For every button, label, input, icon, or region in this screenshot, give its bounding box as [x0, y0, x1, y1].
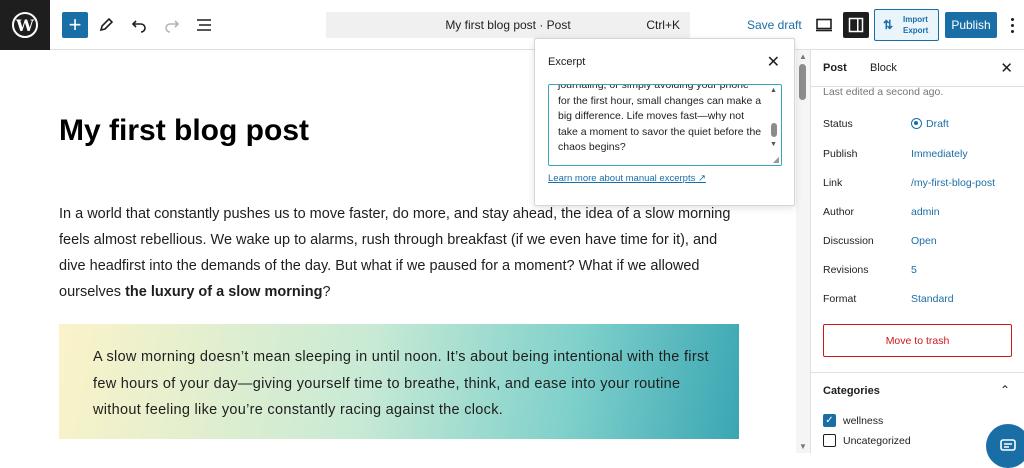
- revisions-label: Revisions: [823, 264, 869, 276]
- categories-title[interactable]: Categories: [823, 385, 880, 397]
- excerpt-scrollbar[interactable]: ▲ ▼: [769, 87, 779, 159]
- discussion-label: Discussion: [823, 235, 874, 247]
- draft-status-icon: [911, 118, 922, 129]
- tab-block[interactable]: Block: [870, 62, 897, 74]
- quote-paragraph[interactable]: A slow morning doesn’t mean sleeping in …: [93, 344, 713, 424]
- desktop-preview-icon: [816, 18, 832, 32]
- editor-header: W + My first blog post · Post Ctrl+K Sav…: [0, 0, 1024, 50]
- save-draft-button[interactable]: Save draft: [747, 18, 802, 32]
- publish-value[interactable]: Immediately: [911, 148, 968, 160]
- resize-handle-icon[interactable]: ◢: [773, 155, 779, 164]
- author-value[interactable]: admin: [911, 206, 940, 218]
- settings-toggle-button[interactable]: [843, 12, 869, 38]
- tab-post[interactable]: Post: [823, 62, 847, 74]
- status-value[interactable]: Draft: [911, 118, 949, 130]
- scroll-up-icon[interactable]: ▲: [770, 87, 777, 94]
- author-label: Author: [823, 206, 854, 218]
- status-value-text: Draft: [926, 118, 949, 130]
- category-label: Uncategorized: [843, 434, 911, 447]
- link-label: Link: [823, 177, 843, 189]
- command-palette-bar[interactable]: My first blog post · Post Ctrl+K: [326, 12, 690, 38]
- chat-icon: [1000, 439, 1016, 451]
- revisions-value[interactable]: 5: [911, 264, 917, 276]
- tools-button[interactable]: [94, 13, 118, 37]
- excerpt-scrollbar-thumb[interactable]: [771, 123, 777, 137]
- add-block-button[interactable]: +: [62, 12, 88, 38]
- format-value[interactable]: Standard: [911, 293, 954, 305]
- format-label: Format: [823, 293, 857, 305]
- settings-sidebar: Post Block ✕ Last edited a second ago. S…: [810, 50, 1024, 453]
- category-item-wellness[interactable]: ✓ wellness: [823, 414, 883, 427]
- post-title[interactable]: My first blog post: [59, 114, 309, 148]
- chevron-up-icon[interactable]: ⌃: [1000, 383, 1010, 397]
- preview-button[interactable]: [812, 13, 836, 37]
- paragraph-end: ?: [322, 284, 331, 300]
- scroll-up-icon[interactable]: ▲: [799, 52, 807, 61]
- scroll-down-icon[interactable]: ▼: [799, 442, 807, 451]
- close-sidebar-icon[interactable]: ✕: [1000, 59, 1013, 77]
- command-shortcut: Ctrl+K: [646, 18, 680, 32]
- excerpt-textarea[interactable]: journaling, or simply avoiding your phon…: [548, 84, 782, 166]
- excerpt-title: Excerpt: [548, 56, 586, 68]
- last-edited-text: Last edited a second ago.: [823, 86, 944, 98]
- list-view-icon: [197, 19, 211, 31]
- discussion-value[interactable]: Open: [911, 235, 937, 247]
- list-view-button[interactable]: [192, 13, 216, 37]
- excerpt-text: journaling, or simply avoiding your phon…: [558, 84, 762, 153]
- import-export-label: Import Export: [903, 14, 928, 36]
- move-to-trash-button[interactable]: Move to trash: [823, 324, 1012, 357]
- redo-button[interactable]: [160, 13, 184, 37]
- publish-label: Publish: [823, 148, 858, 160]
- scroll-down-icon[interactable]: ▼: [770, 141, 777, 148]
- wordpress-logo-button[interactable]: W: [0, 0, 50, 50]
- uncategorized-checkbox[interactable]: [823, 434, 836, 447]
- undo-button[interactable]: [127, 13, 151, 37]
- wordpress-logo-icon: W: [12, 12, 38, 38]
- gradient-group-block[interactable]: A slow morning doesn’t mean sleeping in …: [59, 324, 739, 439]
- canvas-scrollbar[interactable]: ▲ ▼: [796, 50, 810, 453]
- paragraph-block[interactable]: In a world that constantly pushes us to …: [59, 201, 739, 305]
- more-options-icon[interactable]: [1004, 13, 1020, 37]
- import-label: Import: [903, 15, 928, 24]
- status-label: Status: [823, 118, 853, 130]
- plus-icon: +: [68, 12, 82, 37]
- learn-more-link[interactable]: Learn more about manual excerpts ↗: [548, 173, 706, 184]
- pencil-icon: [99, 17, 114, 32]
- excerpt-popover: Excerpt ✕ journaling, or simply avoiding…: [534, 38, 795, 206]
- import-export-button[interactable]: ⇅ Import Export: [874, 9, 939, 41]
- divider: [811, 372, 1024, 373]
- document-title: My first blog post · Post: [445, 18, 571, 32]
- chat-support-button[interactable]: [986, 424, 1024, 468]
- sidebar-settings-icon: [848, 17, 864, 33]
- scrollbar-thumb[interactable]: [799, 64, 806, 100]
- import-export-icon: ⇅: [882, 18, 894, 32]
- sidebar-tabs: Post Block ✕: [811, 50, 1024, 87]
- close-icon[interactable]: ✕: [767, 52, 780, 72]
- category-label: wellness: [843, 414, 884, 427]
- redo-icon: [165, 20, 180, 33]
- link-value[interactable]: /my-first-blog-post: [911, 177, 995, 189]
- category-item-uncategorized[interactable]: Uncategorized: [823, 434, 911, 447]
- wellness-checkbox[interactable]: ✓: [823, 414, 836, 427]
- export-label: Export: [903, 26, 929, 35]
- paragraph-bold-text: the luxury of a slow morning: [125, 284, 323, 300]
- undo-icon: [131, 20, 146, 33]
- publish-button[interactable]: Publish: [945, 12, 997, 38]
